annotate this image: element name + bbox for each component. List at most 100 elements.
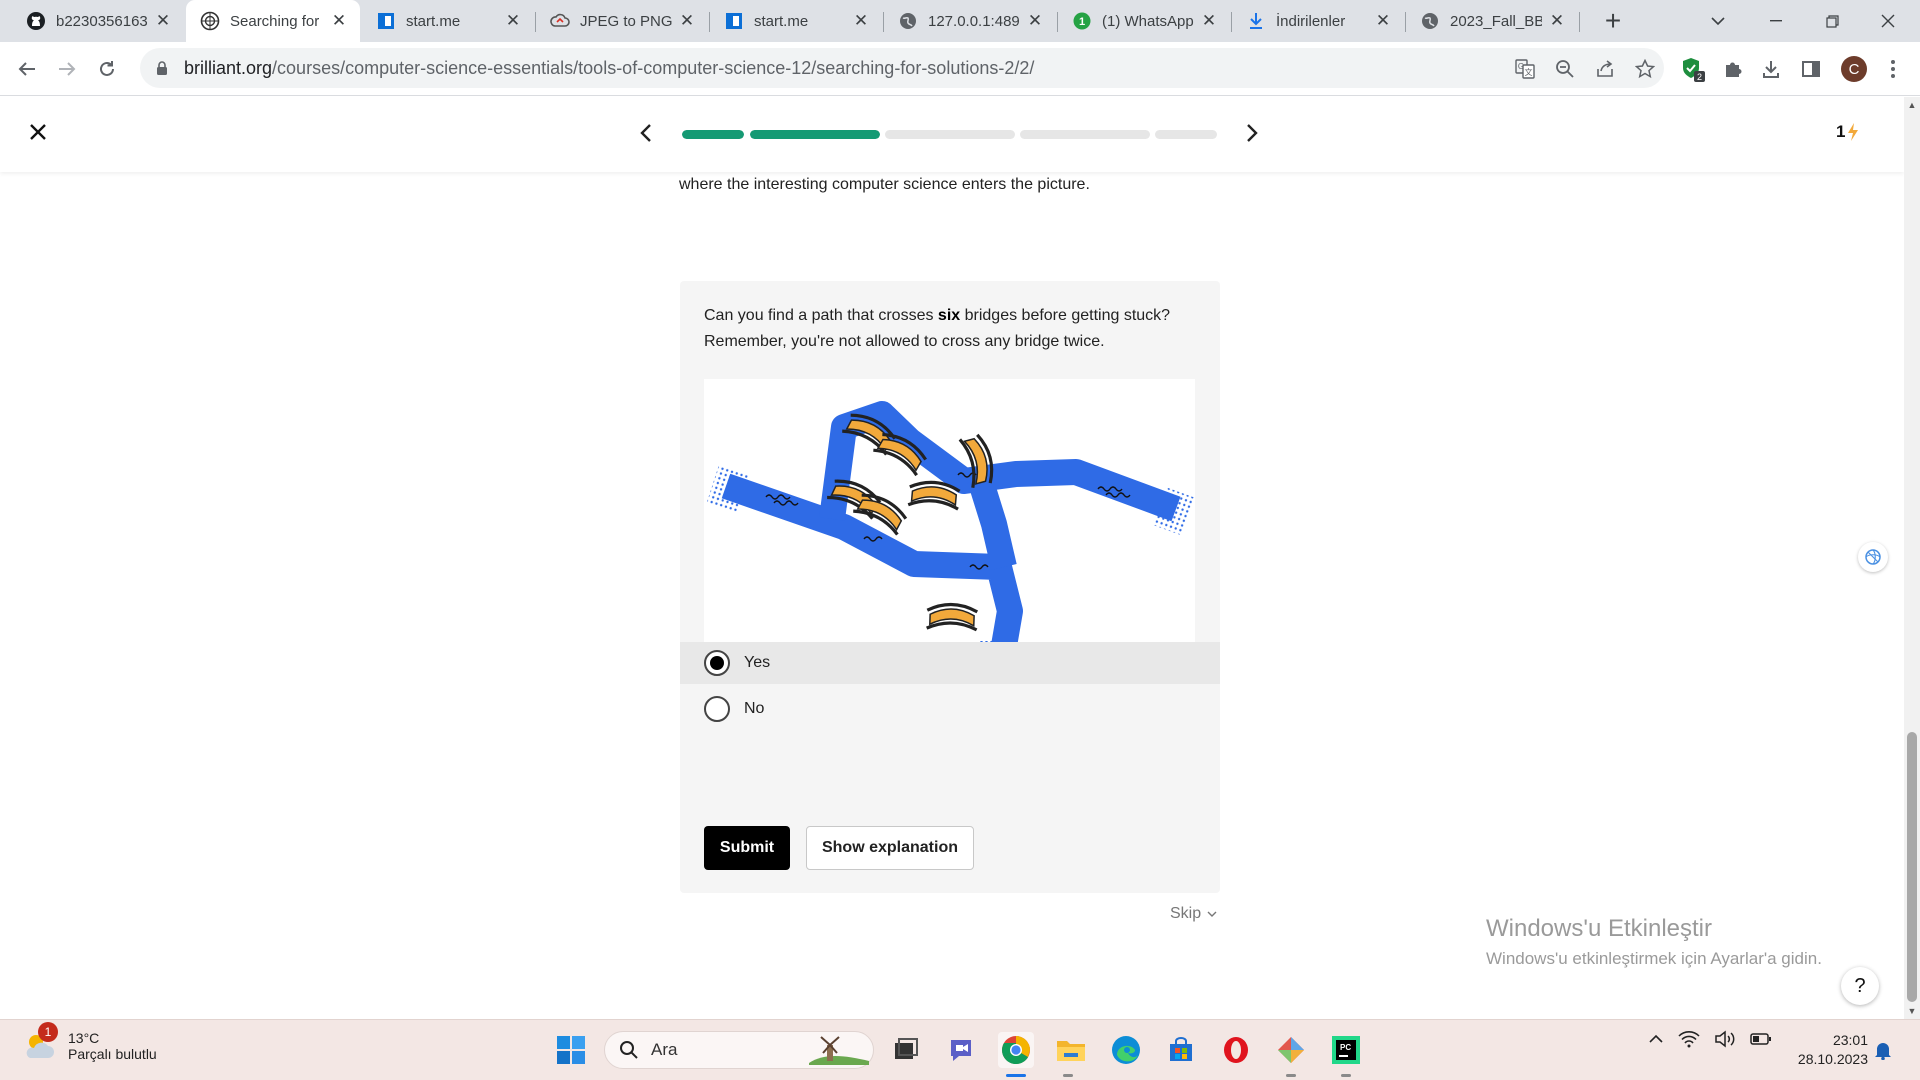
skip-link[interactable]: Skip bbox=[1170, 905, 1217, 923]
tab-fall-bbm[interactable]: 2023_Fall_BB ✕ bbox=[1406, 0, 1578, 42]
svg-text:文: 文 bbox=[1525, 67, 1533, 77]
zoom-out-icon[interactable] bbox=[1554, 58, 1576, 80]
prompt-text: Remember, you're not allowed to cross an… bbox=[704, 333, 1105, 350]
next-step-icon[interactable] bbox=[1240, 119, 1264, 147]
option-yes[interactable]: Yes bbox=[680, 642, 1220, 684]
tab-localhost[interactable]: 127.0.0.1:489 ✕ bbox=[884, 0, 1056, 42]
lock-icon[interactable] bbox=[154, 60, 170, 76]
prompt-emphasis: six bbox=[937, 307, 961, 324]
chevron-up-icon[interactable] bbox=[1648, 1034, 1664, 1044]
scroll-thumb[interactable] bbox=[1907, 732, 1917, 1002]
tab-startme-1[interactable]: start.me ✕ bbox=[362, 0, 534, 42]
tab-title: b2230356163 bbox=[56, 12, 148, 30]
new-tab-button[interactable]: + bbox=[1600, 5, 1626, 36]
bookmark-star-icon[interactable] bbox=[1634, 58, 1656, 80]
scroll-down-arrow-icon[interactable]: ▼ bbox=[1904, 1003, 1920, 1019]
radio-yes[interactable] bbox=[704, 650, 730, 676]
chrome-taskbar-icon[interactable] bbox=[998, 1032, 1034, 1068]
forward-icon[interactable] bbox=[52, 54, 82, 84]
prompt-text: Can you find a path that crosses bbox=[704, 307, 938, 324]
extensions-puzzle-icon[interactable] bbox=[1720, 56, 1746, 82]
radio-selected-dot bbox=[710, 656, 724, 670]
windows-start-icon[interactable] bbox=[553, 1032, 589, 1068]
restore-icon[interactable] bbox=[1804, 0, 1860, 42]
downloads-icon[interactable] bbox=[1758, 56, 1784, 82]
search-placeholder: Ara bbox=[651, 1040, 678, 1059]
chrome-menu-icon[interactable] bbox=[1880, 56, 1906, 82]
previous-step-icon[interactable] bbox=[634, 119, 658, 147]
tab-close-icon[interactable]: ✕ bbox=[504, 11, 522, 30]
tab-title: (1) WhatsApp bbox=[1102, 12, 1194, 30]
tab-close-icon[interactable]: ✕ bbox=[154, 11, 172, 30]
tab-close-icon[interactable]: ✕ bbox=[1548, 11, 1566, 30]
profile-avatar[interactable]: C bbox=[1841, 56, 1867, 82]
tab-close-icon[interactable]: ✕ bbox=[330, 11, 348, 30]
option-no[interactable]: No bbox=[680, 688, 1220, 730]
back-icon[interactable] bbox=[12, 54, 42, 84]
tab-search-icon[interactable] bbox=[1690, 0, 1746, 42]
url-text[interactable]: brilliant.org/courses/computer-science-e… bbox=[184, 58, 1034, 79]
battery-icon[interactable] bbox=[1750, 1032, 1772, 1046]
tab-separator bbox=[709, 12, 710, 32]
skip-label: Skip bbox=[1170, 905, 1202, 922]
running-app-indicator bbox=[1286, 1074, 1296, 1077]
minimize-icon[interactable] bbox=[1748, 0, 1804, 42]
close-lesson-icon[interactable] bbox=[26, 121, 50, 145]
submit-button[interactable]: Submit bbox=[704, 826, 790, 870]
progress-segment bbox=[750, 130, 880, 139]
activation-title: Windows'u Etkinleştir bbox=[1486, 915, 1712, 942]
reload-icon[interactable] bbox=[92, 54, 122, 84]
progress-segment bbox=[682, 130, 744, 139]
file-explorer-icon[interactable] bbox=[1053, 1032, 1089, 1068]
close-window-icon[interactable] bbox=[1860, 0, 1916, 42]
git-kraken-icon[interactable] bbox=[1273, 1032, 1309, 1068]
tab-close-icon[interactable]: ✕ bbox=[678, 11, 696, 30]
tab-close-icon[interactable]: ✕ bbox=[1374, 11, 1392, 30]
assistant-icon[interactable] bbox=[1858, 542, 1888, 572]
tab-close-icon[interactable]: ✕ bbox=[1026, 11, 1044, 30]
weather-widget[interactable]: 1 13°C Parçalı bulutlu bbox=[22, 1022, 157, 1064]
page-scrollbar[interactable]: ▲ ▼ bbox=[1904, 97, 1920, 1019]
tab-jpeg-to-png[interactable]: JPEG to PNG ✕ bbox=[536, 0, 708, 42]
river-bridge-diagram bbox=[706, 401, 1194, 673]
show-explanation-button[interactable]: Show explanation bbox=[806, 826, 974, 870]
tab-searching[interactable]: Searching for ✕ bbox=[186, 0, 360, 42]
tab-github[interactable]: b2230356163 ✕ bbox=[12, 0, 184, 42]
lesson-header: 1 bbox=[0, 97, 1904, 172]
tab-whatsapp[interactable]: 1 (1) WhatsApp ✕ bbox=[1058, 0, 1230, 42]
windows-taskbar: 1 13°C Parçalı bulutlu Ara PC 23:01 28.1… bbox=[0, 1019, 1920, 1080]
shield-extension-icon[interactable]: 2 bbox=[1680, 56, 1706, 82]
teams-chat-icon[interactable] bbox=[943, 1032, 979, 1068]
wifi-icon[interactable] bbox=[1678, 1030, 1700, 1048]
translate-icon[interactable]: 文G bbox=[1514, 58, 1536, 80]
river-mouth bbox=[706, 465, 750, 513]
notification-bell-icon[interactable] bbox=[1874, 1040, 1892, 1065]
side-panel-icon[interactable] bbox=[1798, 56, 1824, 82]
scroll-up-arrow-icon[interactable]: ▲ bbox=[1904, 97, 1920, 113]
github-icon bbox=[26, 11, 46, 31]
tab-close-icon[interactable]: ✕ bbox=[1200, 11, 1218, 30]
tab-title: 2023_Fall_BB bbox=[1450, 12, 1542, 30]
edge-icon[interactable] bbox=[1108, 1032, 1144, 1068]
bridges-figure bbox=[704, 379, 1195, 681]
tab-title: Searching for bbox=[230, 12, 320, 30]
share-icon[interactable] bbox=[1594, 58, 1616, 80]
tab-downloads[interactable]: İndirilenler ✕ bbox=[1232, 0, 1404, 42]
microsoft-store-icon[interactable] bbox=[1163, 1032, 1199, 1068]
globe-icon bbox=[1420, 11, 1440, 31]
address-bar[interactable]: brilliant.org/courses/computer-science-e… bbox=[140, 48, 1664, 88]
weather-badge: 1 bbox=[38, 1022, 58, 1042]
system-clock[interactable]: 23:01 28.10.2023 bbox=[1790, 1031, 1868, 1069]
tab-startme-2[interactable]: start.me ✕ bbox=[710, 0, 882, 42]
task-view-icon[interactable] bbox=[888, 1032, 924, 1068]
progress-segment bbox=[885, 130, 1015, 139]
help-button[interactable]: ? bbox=[1841, 967, 1879, 1005]
radio-no[interactable] bbox=[704, 696, 730, 722]
tab-close-icon[interactable]: ✕ bbox=[852, 11, 870, 30]
pycharm-icon[interactable]: PC bbox=[1328, 1032, 1364, 1068]
lesson-page: 1 where the interesting computer science… bbox=[0, 97, 1904, 1019]
taskbar-search[interactable]: Ara bbox=[604, 1031, 874, 1069]
speaker-icon[interactable] bbox=[1714, 1030, 1736, 1048]
streak-counter[interactable]: 1 bbox=[1836, 122, 1859, 142]
opera-icon[interactable] bbox=[1218, 1032, 1254, 1068]
